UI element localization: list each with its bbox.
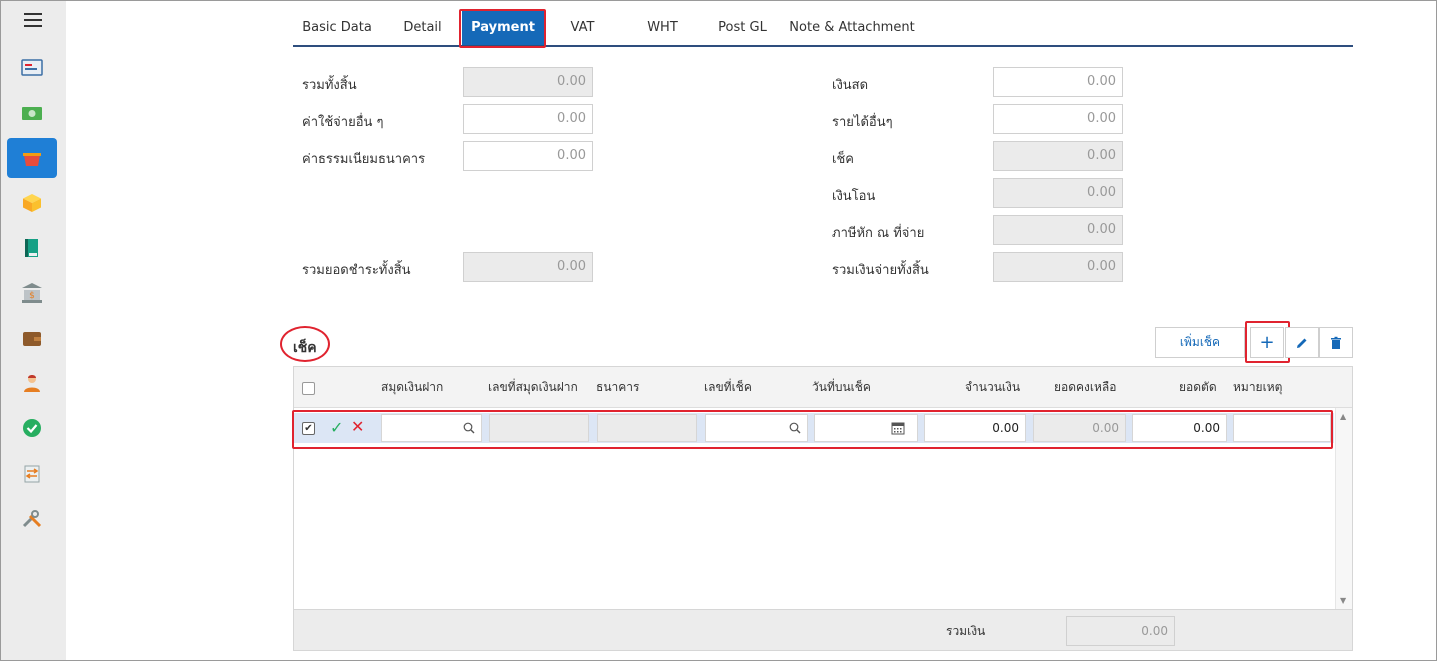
tab-wht[interactable]: WHT — [625, 10, 700, 45]
transfer-icon[interactable] — [7, 453, 57, 493]
grid-scrollbar[interactable]: ▲ ▼ — [1335, 408, 1352, 609]
col-deposit-book-no[interactable]: เลขที่สมุดเงินฝาก — [488, 367, 578, 408]
total-label: รวมทั้งสิ้น — [302, 78, 357, 93]
other-expense-field[interactable]: 0.00 — [463, 104, 593, 134]
grid-footer: รวมเงิน 0.00 — [293, 610, 1353, 651]
tab-basic-data[interactable]: Basic Data — [293, 10, 381, 45]
user-icon[interactable] — [7, 363, 57, 403]
scroll-down-icon[interactable]: ▼ — [1340, 596, 1346, 605]
tab-post-gl[interactable]: Post GL — [705, 10, 780, 45]
footer-total-label: รวมเงิน — [946, 624, 986, 638]
col-cheque-date[interactable]: วันที่บนเช็ค — [812, 367, 871, 408]
total-paid-field: 0.00 — [463, 252, 593, 282]
bank-fee-label: ค่าธรรมเนียมธนาคาร — [302, 152, 426, 167]
cheque-label: เช็ค — [832, 152, 854, 167]
tab-vat[interactable]: VAT — [545, 10, 620, 45]
svg-text:$: $ — [29, 291, 35, 301]
col-amount[interactable]: จำนวนเงิน — [965, 367, 1020, 408]
basket-icon[interactable] — [7, 138, 57, 178]
row-highlight — [292, 410, 1333, 449]
wht-field: 0.00 — [993, 215, 1123, 245]
total-field: 0.00 — [463, 67, 593, 97]
tab-note-attachment[interactable]: Note & Attachment — [787, 10, 917, 45]
col-cut-amount[interactable]: ยอดตัด — [1179, 367, 1217, 408]
footer-total-field: 0.00 — [1066, 616, 1175, 646]
sidebar: $ — [1, 1, 66, 660]
money-icon[interactable] — [7, 93, 57, 133]
col-bank[interactable]: ธนาคาร — [596, 367, 639, 408]
wht-label: ภาษีหัก ณ ที่จ่าย — [832, 226, 925, 241]
bank-icon[interactable]: $ — [7, 273, 57, 313]
total-payment-label: รวมเงินจ่ายทั้งสิ้น — [832, 263, 929, 278]
tab-bar: Basic Data Detail Payment VAT WHT Post G… — [293, 10, 1353, 47]
cheque-title-highlight — [280, 326, 330, 362]
cheque-grid: สมุดเงินฝาก เลขที่สมุดเงินฝาก ธนาคาร เลข… — [293, 366, 1353, 610]
col-cheque-no[interactable]: เลขที่เช็ค — [704, 367, 752, 408]
book-icon[interactable] — [7, 228, 57, 268]
other-income-label: รายได้อื่นๆ — [832, 115, 893, 130]
cash-label: เงินสด — [832, 78, 869, 93]
pencil-icon — [1297, 338, 1307, 348]
transfer-label: เงินโอน — [832, 189, 876, 204]
other-income-field[interactable]: 0.00 — [993, 104, 1123, 134]
total-payment-field: 0.00 — [993, 252, 1123, 282]
col-note[interactable]: หมายเหตุ — [1233, 367, 1282, 408]
delete-row-button[interactable] — [1319, 327, 1353, 358]
col-deposit-book[interactable]: สมุดเงินฝาก — [381, 367, 443, 408]
add-row-highlight — [1245, 321, 1290, 363]
tools-icon[interactable] — [7, 498, 57, 538]
col-balance[interactable]: ยอดคงเหลือ — [1054, 367, 1117, 408]
dashboard-icon[interactable] — [7, 48, 57, 88]
trash-icon — [1331, 336, 1341, 349]
box-icon[interactable] — [7, 183, 57, 223]
check-circle-icon[interactable] — [7, 408, 57, 448]
payment-tab-highlight — [459, 9, 546, 48]
edit-row-button[interactable] — [1285, 327, 1319, 358]
cheque-field: 0.00 — [993, 141, 1123, 171]
transfer-field: 0.00 — [993, 178, 1123, 208]
select-all-checkbox[interactable] — [302, 382, 315, 395]
wallet-icon[interactable] — [7, 318, 57, 358]
grid-header: สมุดเงินฝาก เลขที่สมุดเงินฝาก ธนาคาร เลข… — [294, 367, 1352, 408]
add-cheque-button[interactable]: เพิ่มเช็ค — [1155, 327, 1245, 358]
bank-fee-field[interactable]: 0.00 — [463, 141, 593, 171]
cash-field[interactable]: 0.00 — [993, 67, 1123, 97]
total-paid-label: รวมยอดชำระทั้งสิ้น — [302, 263, 411, 278]
hamburger-menu-icon[interactable] — [24, 13, 42, 31]
other-expense-label: ค่าใช้จ่ายอื่น ๆ — [302, 115, 384, 130]
tab-detail[interactable]: Detail — [385, 10, 460, 45]
scroll-up-icon[interactable]: ▲ — [1340, 412, 1346, 421]
